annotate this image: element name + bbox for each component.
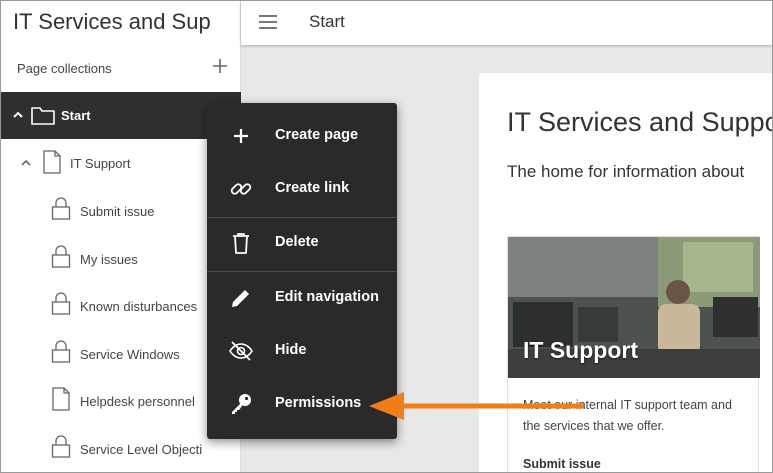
menu-item-label: Edit navigation [275, 289, 379, 305]
page-heading: IT Services and Suppo [507, 107, 773, 137]
tile-title: IT Support [523, 337, 638, 363]
sidebar-item-label: Service Level Objecti [80, 442, 203, 457]
it-support-tile[interactable]: IT Support Meet our internal IT support … [507, 236, 760, 472]
link-icon [230, 183, 252, 195]
app-title: IT Services and Sup [13, 9, 211, 34]
tile-image: IT Support [508, 237, 760, 378]
hamburger-menu-icon[interactable] [257, 11, 279, 33]
sidebar-item-start[interactable]: Start [1, 92, 241, 139]
chevron-up-icon[interactable] [19, 156, 33, 170]
page-icon [43, 150, 61, 174]
sidebar-item-label: Submit issue [80, 204, 155, 219]
sidebar-item-known-disturbances[interactable]: Known disturbances [1, 285, 241, 325]
menu-item-create-page[interactable]: Create page [207, 111, 397, 161]
pencil-icon [232, 290, 249, 307]
plus-icon [234, 129, 248, 143]
menu-item-label: Hide [275, 342, 307, 358]
sidebar-item-service-level-objectives[interactable]: Service Level Objecti [1, 428, 241, 468]
sidebar-item-it-support[interactable]: IT Support [1, 143, 241, 183]
page-collections-label: Page collections [17, 61, 112, 76]
page-icon [52, 387, 70, 411]
key-icon [232, 394, 251, 414]
trash-icon [233, 233, 249, 254]
sidebar-item-helpdesk-personnel[interactable]: Helpdesk personnel [1, 380, 241, 420]
sidebar-item-label: Helpdesk personnel [80, 394, 195, 409]
sidebar-item-label: Start [61, 108, 91, 123]
app-window: IT Services and Sup Page collections Sta… [0, 0, 773, 473]
menu-item-delete[interactable]: Delete [207, 218, 397, 268]
submit-issue-link[interactable]: Submit issue [523, 457, 601, 471]
sidebar-item-service-windows[interactable]: Service Windows [1, 333, 241, 373]
menu-item-create-link[interactable]: Create link [207, 164, 397, 214]
menu-item-label: Create page [275, 127, 359, 143]
top-bar: Start [241, 1, 772, 45]
menu-item-label: Delete [275, 234, 319, 250]
folder-icon [31, 107, 55, 125]
page-collections-header: Page collections [1, 53, 241, 83]
lock-icon [51, 292, 71, 315]
sidebar: IT Services and Sup Page collections Sta… [1, 1, 241, 472]
menu-item-label: Create link [275, 180, 350, 196]
page-title: Start [309, 12, 345, 31]
sidebar-item-label: Known disturbances [80, 299, 198, 314]
add-collection-icon[interactable] [211, 57, 231, 77]
lock-icon [51, 435, 71, 458]
sidebar-item-my-issues[interactable]: My issues [1, 238, 241, 278]
sidebar-item-label: Service Windows [80, 347, 180, 362]
callout-arrow [369, 392, 584, 420]
lock-icon [51, 245, 71, 268]
chevron-up-icon[interactable] [11, 108, 25, 122]
sidebar-item-submit-issue[interactable]: Submit issue [1, 190, 241, 230]
sidebar-item-label: My issues [80, 252, 138, 267]
lock-icon [51, 197, 71, 220]
sidebar-item-label: IT Support [70, 156, 131, 171]
eye-off-icon [229, 341, 253, 361]
menu-item-label: Permissions [275, 395, 362, 411]
menu-item-hide[interactable]: Hide [207, 326, 397, 376]
lock-icon [51, 340, 71, 363]
menu-divider [207, 271, 397, 272]
page-subheading: The home for information about [507, 162, 745, 181]
menu-item-edit-navigation[interactable]: Edit navigation [207, 273, 397, 323]
